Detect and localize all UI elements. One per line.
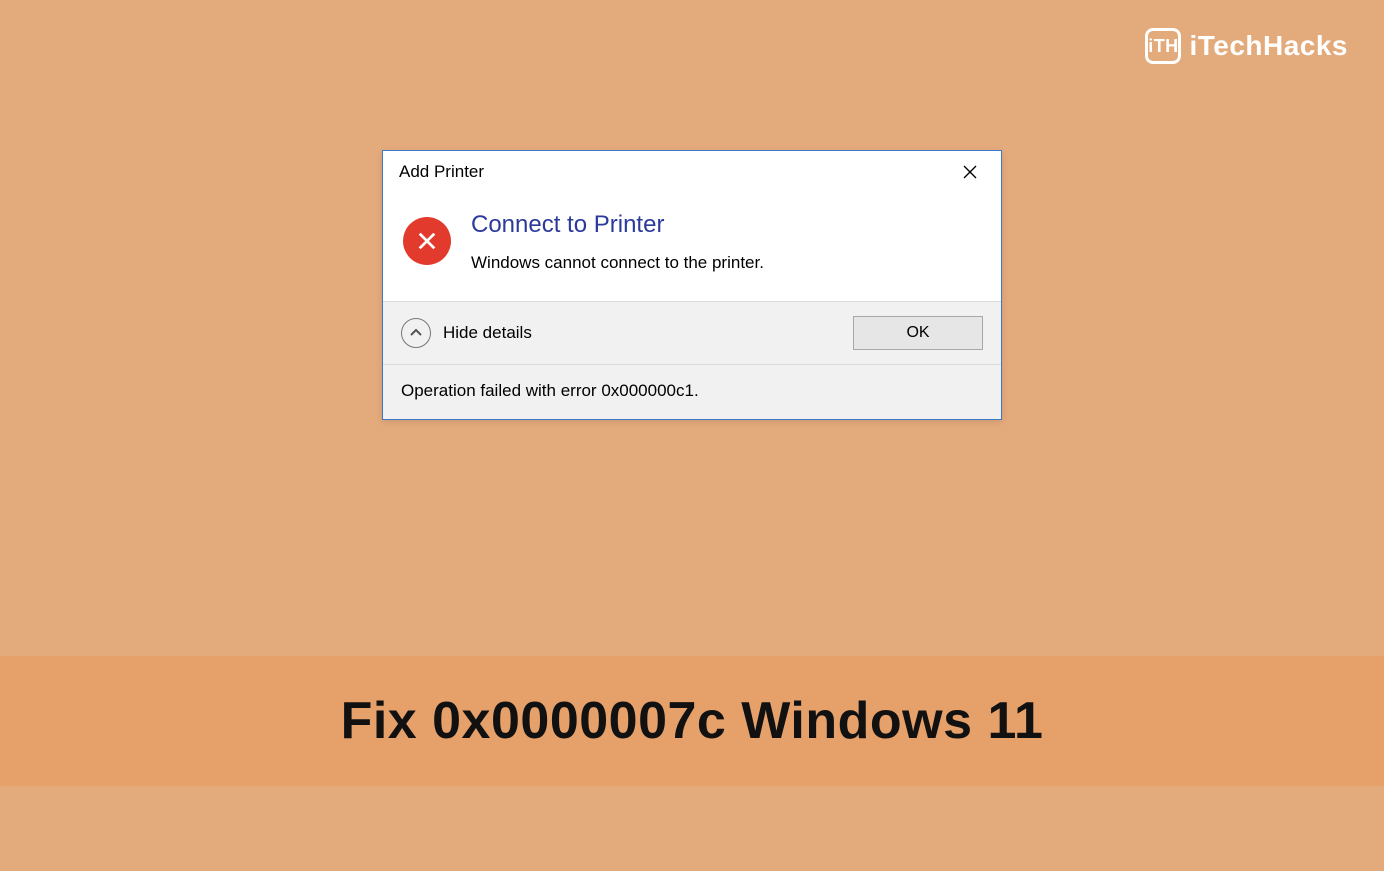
add-printer-dialog: Add Printer Connect to Printer Windows c… [382,150,1002,420]
toggle-details-label: Hide details [443,323,532,343]
toggle-details-button[interactable]: Hide details [401,318,532,348]
error-details-text: Operation failed with error 0x000000c1. [401,381,699,400]
dialog-body-text: Connect to Printer Windows cannot connec… [471,211,981,273]
dialog-heading: Connect to Printer [471,211,981,239]
ok-button-label: OK [906,324,929,342]
ok-button[interactable]: OK [853,316,983,350]
dialog-titlebar: Add Printer [383,151,1001,193]
dialog-body: Connect to Printer Windows cannot connec… [383,193,1001,301]
brand-badge-icon: iTH [1145,28,1181,64]
dialog-details: Operation failed with error 0x000000c1. [383,364,1001,419]
error-icon [403,217,451,265]
close-button[interactable] [947,156,993,188]
dialog-message: Windows cannot connect to the printer. [471,253,981,273]
dialog-actions: Hide details OK [383,301,1001,364]
brand-logo: iTH iTechHacks [1145,28,1348,64]
headline-text: Fix 0x0000007c Windows 11 [341,691,1044,751]
chevron-up-icon [401,318,431,348]
headline-bar: Fix 0x0000007c Windows 11 [0,656,1384,786]
dialog-title: Add Printer [399,162,947,182]
brand-name: iTechHacks [1189,30,1348,62]
close-icon [963,165,977,179]
stage: iTH iTechHacks Add Printer Connect to Pr… [0,0,1384,871]
